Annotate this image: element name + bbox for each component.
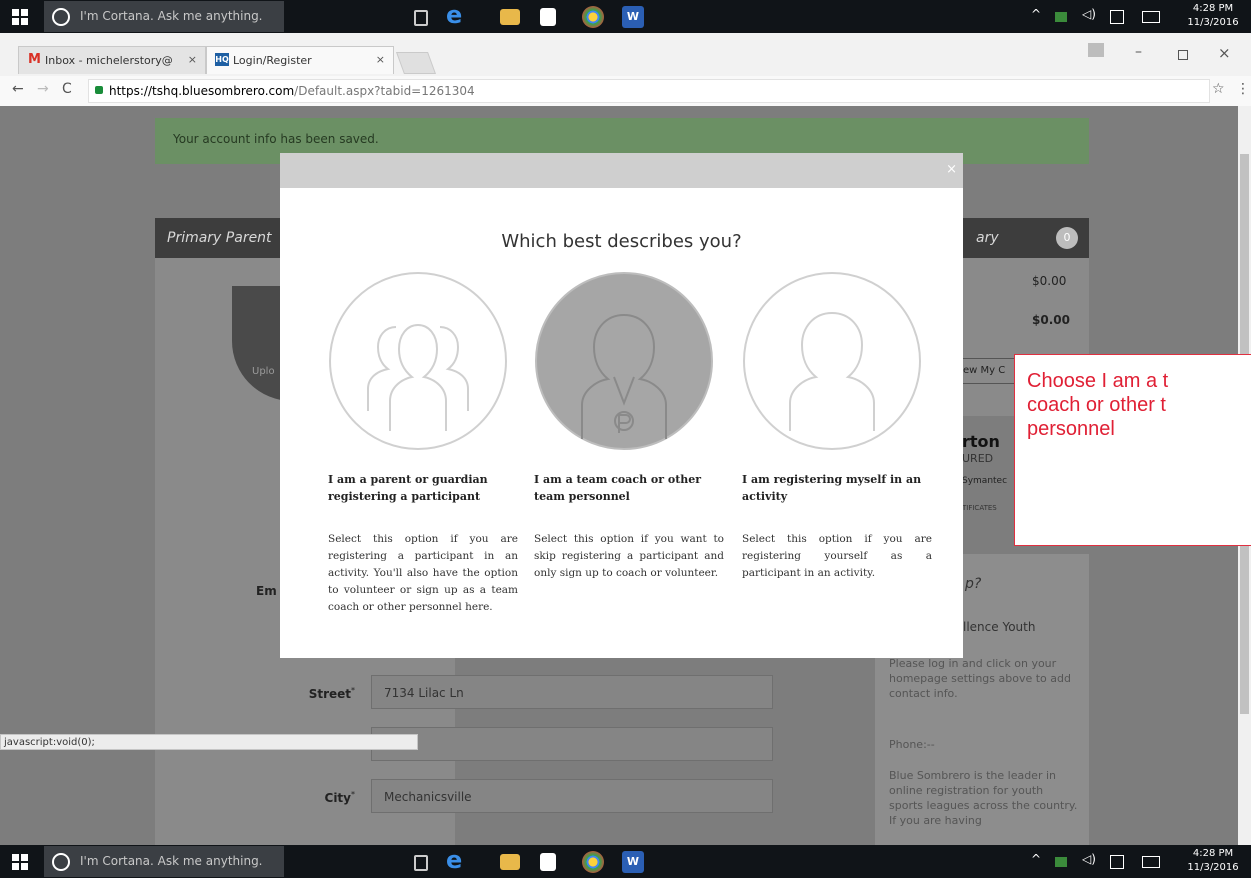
address-bar-row: ← → C https://tshq.bluesombrero.com/Defa…	[0, 76, 1251, 107]
city-input[interactable]: Mechanicsville	[371, 779, 773, 813]
tray-volume-icon[interactable]: ◁)	[1082, 7, 1096, 21]
tray-volume-icon[interactable]: ◁)	[1082, 852, 1096, 866]
email-label: Em	[256, 584, 277, 598]
tab-login-register[interactable]: HQ Login/Register ×	[206, 46, 394, 74]
summary-header: ary 0	[962, 218, 1089, 258]
modal-title: Which best describes you?	[501, 231, 742, 252]
file-explorer-icon[interactable]	[500, 854, 520, 870]
store-icon[interactable]	[540, 853, 556, 871]
tray-keyboard-icon[interactable]	[1142, 11, 1160, 23]
bookmark-star-icon[interactable]: ☆	[1212, 81, 1225, 97]
word-icon[interactable]: W	[622, 851, 644, 873]
city-label: City*	[324, 790, 355, 805]
edge-browser-icon[interactable]: e	[446, 846, 468, 874]
chrome-icon[interactable]	[582, 6, 604, 28]
role-selection-modal: × Which best describes you? I am a paren…	[280, 153, 963, 658]
taskbar-top: I'm Cortana. Ask me anything. e W ^ ◁) 4…	[0, 0, 1251, 33]
windows-start-icon[interactable]	[12, 9, 28, 25]
cortana-icon	[52, 853, 70, 871]
task-view-icon[interactable]	[414, 10, 428, 26]
tray-notification-icon[interactable]	[1110, 10, 1124, 24]
minimize-button[interactable]: –	[1135, 44, 1142, 60]
taskbar-bottom: I'm Cortana. Ask me anything. e W ^ ◁) 4…	[0, 845, 1251, 878]
store-icon[interactable]	[540, 8, 556, 26]
restore-button[interactable]	[1178, 50, 1188, 60]
tray-notification-icon[interactable]	[1110, 855, 1124, 869]
modal-header: ×	[280, 153, 963, 188]
task-view-icon[interactable]	[414, 855, 428, 871]
instruction-annotation: Choose I am a t coach or other t personn…	[1014, 354, 1251, 546]
street-input[interactable]: 7134 Lilac Ln	[371, 675, 773, 709]
taskbar-clock[interactable]: 4:28 PM 11/3/2016	[1183, 847, 1243, 875]
lock-icon	[95, 86, 103, 94]
group-people-icon	[329, 272, 507, 450]
tab-close-icon[interactable]: ×	[376, 53, 385, 66]
tab-inbox[interactable]: M Inbox - michelerstory@ ×	[18, 46, 206, 74]
view-my-cart-button[interactable]: ew My C	[962, 358, 1020, 384]
back-icon[interactable]: ←	[12, 81, 24, 97]
status-bar-url: javascript:void(0);	[0, 734, 418, 750]
edge-browser-icon[interactable]: e	[446, 1, 468, 29]
unit-input[interactable]	[371, 727, 773, 761]
url-input[interactable]: https://tshq.bluesombrero.com/Default.as…	[88, 79, 1210, 103]
taskbar-clock[interactable]: 4:28 PM 11/3/2016	[1183, 2, 1243, 30]
street-label: Street*	[308, 686, 355, 701]
profile-icon[interactable]	[1088, 43, 1104, 57]
cortana-search-box[interactable]: I'm Cortana. Ask me anything.	[44, 846, 284, 877]
single-person-icon	[743, 272, 921, 450]
option-parent-guardian[interactable]: I am a parent or guardian registering a …	[328, 271, 518, 613]
forward-icon[interactable]: →	[37, 81, 49, 97]
option-register-myself[interactable]: I am registering myself in an activity S…	[742, 271, 932, 579]
tab-close-icon[interactable]: ×	[188, 53, 197, 66]
tray-keyboard-icon[interactable]	[1142, 856, 1160, 868]
windows-start-icon[interactable]	[12, 854, 28, 870]
close-window-button[interactable]: ×	[1218, 44, 1231, 62]
tray-chevron-icon[interactable]: ^	[1031, 852, 1041, 866]
cart-count-badge: 0	[1056, 227, 1078, 249]
option-team-coach[interactable]: I am a team coach or other team personne…	[534, 271, 724, 579]
modal-close-button[interactable]: ×	[946, 162, 957, 177]
menu-icon[interactable]: ⋮	[1236, 81, 1250, 97]
chrome-icon[interactable]	[582, 851, 604, 873]
file-explorer-icon[interactable]	[500, 9, 520, 25]
gmail-icon: M	[28, 52, 41, 67]
tshq-icon: HQ	[215, 53, 229, 66]
cortana-search-box[interactable]: I'm Cortana. Ask me anything.	[44, 1, 284, 32]
coach-person-icon	[535, 272, 713, 450]
tray-chevron-icon[interactable]: ^	[1031, 7, 1041, 21]
tray-network-icon[interactable]	[1055, 857, 1067, 867]
word-icon[interactable]: W	[622, 6, 644, 28]
cortana-icon	[52, 8, 70, 26]
reload-icon[interactable]: C	[62, 81, 72, 97]
tray-network-icon[interactable]	[1055, 12, 1067, 22]
